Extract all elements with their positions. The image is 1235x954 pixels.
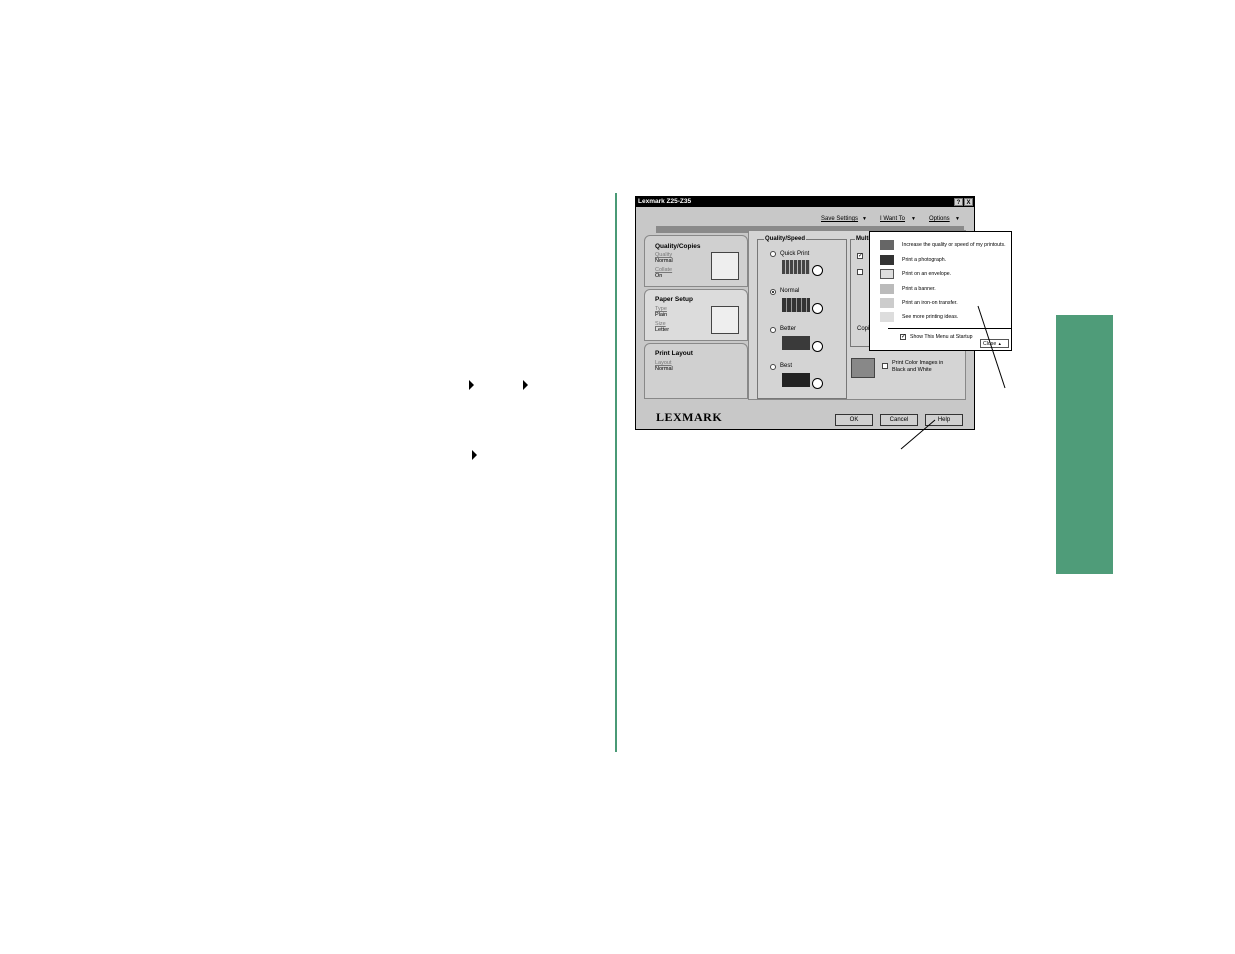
i-want-to-menu[interactable]: I Want To (880, 216, 905, 222)
quick-print-radio[interactable] (770, 251, 776, 257)
save-settings-menu[interactable]: Save Settings (821, 216, 858, 222)
lexmark-logo: LEXMARK (656, 410, 723, 424)
best-quality-image (782, 373, 810, 387)
tab-value: On (655, 273, 663, 279)
tab-value: Plain (655, 312, 668, 318)
quality-icon (880, 240, 894, 250)
radio-label: Normal (780, 288, 800, 294)
right-triangle-icon (469, 380, 474, 390)
tab-value: Letter (655, 327, 670, 333)
photo-icon (880, 255, 894, 265)
normal-radio[interactable] (770, 289, 776, 295)
section-divider (615, 193, 617, 752)
better-radio[interactable] (770, 327, 776, 333)
title-bar: Lexmark Z25-Z35 ? X (636, 197, 974, 207)
radio-label: Better (780, 326, 797, 332)
tab-quality-copies[interactable]: Quality/Copies Quality Normal Collate On (644, 235, 748, 287)
tab-header: Quality/Copies (655, 243, 701, 250)
callout-line-help (900, 419, 936, 450)
radio-label: Quick Print (780, 251, 810, 257)
best-radio[interactable] (770, 364, 776, 370)
callout-line-popup (977, 305, 1006, 389)
dropdown-arrow-icon[interactable]: ▼ (911, 216, 916, 222)
group-legend: Quality/Speed (764, 236, 807, 242)
popup-item-label: Increase the quality or speed of my prin… (902, 242, 1006, 248)
tab-header: Print Layout (655, 350, 693, 357)
right-triangle-icon (523, 380, 528, 390)
tab-header: Paper Setup (655, 296, 693, 303)
chapter-tab (1056, 315, 1113, 574)
clock-icon (812, 378, 823, 389)
clock-icon (812, 303, 823, 314)
right-triangle-icon (472, 450, 477, 460)
ok-button[interactable]: OK (835, 414, 873, 426)
clock-icon (812, 265, 823, 276)
color-bw-icon (851, 358, 875, 378)
clock-icon (812, 341, 823, 352)
reverse-order-checkbox[interactable] (857, 269, 863, 275)
quality-speed-group: Quality/Speed Quick Print Normal Better … (757, 236, 847, 399)
tab-paper-setup[interactable]: Paper Setup Type Plain Size Letter (644, 289, 748, 341)
radio-label: Best (780, 363, 793, 369)
collate-checkbox[interactable]: ✓ (857, 253, 863, 259)
close-icon[interactable]: X (964, 198, 973, 206)
copies-icon (711, 252, 739, 280)
help-icon[interactable]: ? (954, 198, 963, 206)
tab-value: Normal (655, 258, 673, 264)
options-menu[interactable]: Options (929, 216, 950, 222)
tab-print-layout[interactable]: Print Layout Layout Normal (644, 343, 748, 399)
draft-quality-image (782, 260, 810, 274)
better-quality-image (782, 336, 810, 350)
callout-lines (900, 305, 1006, 450)
dropdown-arrow-icon[interactable]: ▼ (862, 216, 867, 222)
paper-icon (711, 306, 739, 334)
normal-quality-image (782, 298, 810, 312)
dropdown-arrow-icon[interactable]: ▼ (955, 216, 960, 222)
dialog-title: Lexmark Z25-Z35 (638, 198, 692, 205)
tab-value: Normal (655, 366, 673, 372)
popup-item-label: Print a photograph. (902, 257, 947, 263)
